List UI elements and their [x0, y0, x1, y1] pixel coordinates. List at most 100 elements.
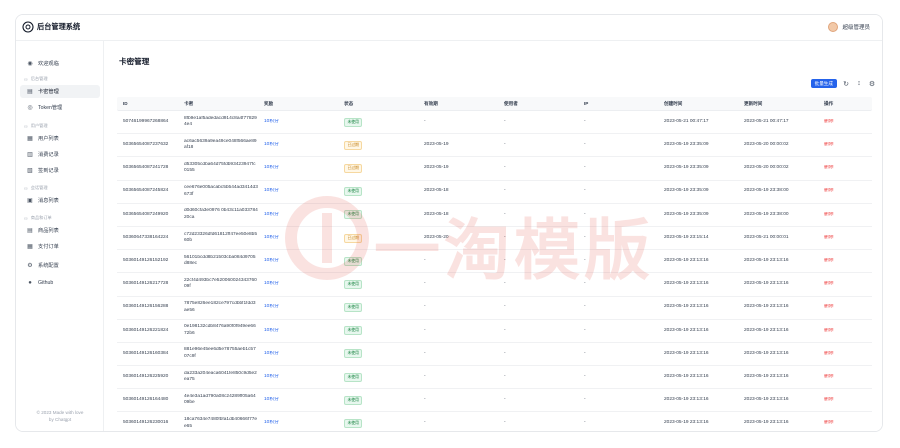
- cell-reward[interactable]: 10积分: [264, 420, 279, 425]
- delete-button[interactable]: 删除: [824, 235, 834, 240]
- settings-icon[interactable]: ⚙: [868, 80, 876, 88]
- table-row: 50365654087237632 ac6ac5639a9ea49ce048f56…: [117, 134, 872, 158]
- product-icon: ▤: [27, 227, 33, 234]
- column-header: ID: [123, 101, 128, 106]
- table-cell: -: [578, 258, 658, 265]
- delete-button[interactable]: 删除: [824, 397, 834, 402]
- table-cell: 50360149126221824: [117, 328, 178, 335]
- cell-reward[interactable]: 10积分: [264, 351, 279, 356]
- cell-reward[interactable]: 10积分: [264, 142, 279, 147]
- cell-ip: -: [584, 420, 586, 426]
- table-cell: -: [498, 258, 578, 265]
- github-icon: ●: [28, 279, 32, 286]
- delete-button[interactable]: 删除: [824, 328, 834, 333]
- status-badge: 未使用: [344, 419, 363, 429]
- table-cell: 10积分: [258, 258, 338, 265]
- cell-reward[interactable]: 10积分: [264, 258, 279, 263]
- cell-updated-time: 2023-05-19 23:13:16: [744, 257, 789, 263]
- cell-valid-date: -: [424, 281, 426, 287]
- cell-user: -: [504, 373, 506, 379]
- cell-id: 50365654087249920: [123, 211, 169, 217]
- sidebar-item-checkin[interactable]: ▧ 签到记录: [20, 164, 100, 177]
- table-cell: 8fb9e1af5adedacd914c8a4f778294e4: [178, 116, 258, 129]
- cell-id: 50360647338164224: [123, 234, 169, 240]
- cell-reward[interactable]: 10积分: [264, 397, 279, 402]
- delete-button[interactable]: 删除: [824, 304, 834, 309]
- sidebar-item-token[interactable]: ◎ Token管理: [20, 101, 100, 114]
- sidebar-group-users: ⚇ 用户管理: [24, 123, 48, 129]
- table-cell: 未使用: [338, 303, 418, 313]
- sidebar-item-messages[interactable]: ▣ 消息列表: [20, 194, 100, 207]
- cell-reward[interactable]: 10积分: [264, 119, 279, 124]
- delete-button[interactable]: 删除: [824, 281, 834, 286]
- table-cell: 2023-05-19 23:13:16: [658, 397, 738, 404]
- status-badge: 未使用: [344, 395, 363, 405]
- sidebar-item-github[interactable]: ● Github: [20, 276, 100, 289]
- table-cell: 2023-05-19: [418, 165, 498, 172]
- avatar[interactable]: [828, 22, 839, 32]
- table-cell: 2023-05-19 23:13:16: [738, 351, 818, 358]
- delete-button[interactable]: 删除: [824, 142, 834, 147]
- table-row: 50365654087249920 d0d60cfa3e0976 0b43c11a…: [117, 204, 872, 227]
- sidebar-item-welcome[interactable]: ◉ 欢迎观临: [20, 57, 100, 70]
- table-cell: da233a204eaca6041fe850c9d5e2ea75: [178, 371, 258, 384]
- delete-button[interactable]: 删除: [824, 258, 834, 263]
- delete-button[interactable]: 删除: [824, 374, 834, 379]
- cell-id: 50365654087245824: [123, 188, 169, 194]
- sidebar-item-consume[interactable]: ▥ 消费记录: [20, 148, 100, 161]
- cell-reward[interactable]: 10积分: [264, 188, 279, 193]
- batch-generate-button[interactable]: 批量生成: [810, 79, 837, 88]
- cell-reward[interactable]: 10积分: [264, 328, 279, 333]
- cell-valid-date: -: [424, 397, 426, 403]
- sidebar-item-orders[interactable]: ▦ 支付订单: [20, 240, 100, 253]
- cell-user: -: [504, 142, 506, 148]
- table-cell: 10积分: [258, 212, 338, 219]
- cell-reward[interactable]: 10积分: [264, 304, 279, 309]
- table-cell: -: [498, 374, 578, 381]
- table-cell: 50360149126217728: [117, 281, 178, 288]
- delete-button[interactable]: 删除: [824, 165, 834, 170]
- column-height-icon[interactable]: ↕: [855, 80, 863, 88]
- delete-button[interactable]: 删除: [824, 212, 834, 217]
- cell-reward[interactable]: 10积分: [264, 281, 279, 286]
- table-cell: 已过期: [338, 140, 418, 150]
- refresh-icon[interactable]: ↻: [842, 80, 850, 88]
- table-cell: 2023-05-20: [418, 235, 498, 242]
- cell-id: 50360149126221824: [123, 327, 169, 333]
- table-cell: 未使用: [338, 395, 418, 405]
- cell-reward[interactable]: 10积分: [264, 374, 279, 379]
- table-cell: 2023-05-19 23:13:16: [658, 420, 738, 427]
- column-header: 有效期: [424, 100, 438, 106]
- delete-button[interactable]: 删除: [824, 351, 834, 356]
- cell-reward[interactable]: 10积分: [264, 235, 279, 240]
- sidebar-item-label: 系统配置: [38, 263, 59, 269]
- table-row: 50360149126217728 22cf4d493bc7e5200600243…: [117, 273, 872, 297]
- cell-reward[interactable]: 10积分: [264, 212, 279, 217]
- table-cell: 56101bcdd8b21503cba084d9705d88ec: [178, 255, 258, 268]
- status-badge: 已过期: [344, 140, 363, 150]
- cell-user: -: [504, 165, 506, 171]
- table-cell: -: [418, 304, 498, 311]
- cell-reward[interactable]: 10积分: [264, 165, 279, 170]
- delete-button[interactable]: 删除: [824, 420, 834, 425]
- sidebar-item-products[interactable]: ▤ 商品列表: [20, 224, 100, 237]
- table-cell: 10积分: [258, 281, 338, 288]
- sidebar-item-user-list[interactable]: ▦ 用户列表: [20, 132, 100, 145]
- sidebar-item-card-management[interactable]: ▤ 卡密管理: [20, 85, 100, 98]
- message-icon: ▣: [27, 197, 33, 204]
- sidebar-group-products: ⚇ 商品和订单: [24, 215, 52, 221]
- card-icon: ▤: [27, 88, 33, 95]
- user-menu[interactable]: 超级管理员: [828, 21, 870, 33]
- table-cell: 2023-05-19 23:13:16: [738, 374, 818, 381]
- cell-updated-time: 2023-05-21 00:00:01: [744, 234, 789, 240]
- sidebar-item-settings[interactable]: ⚙ 系统配置: [20, 259, 100, 272]
- table-cell: 10积分: [258, 374, 338, 381]
- delete-button[interactable]: 删除: [824, 188, 834, 193]
- table-cell: 10积分: [258, 328, 338, 335]
- delete-button[interactable]: 删除: [824, 119, 834, 124]
- table-cell: -: [578, 304, 658, 311]
- user-name[interactable]: 超级管理员: [842, 23, 870, 31]
- table-cell: 2023-05-19 23:38:00: [738, 212, 818, 219]
- table-cell: -: [498, 328, 578, 335]
- status-badge: 未使用: [344, 303, 363, 313]
